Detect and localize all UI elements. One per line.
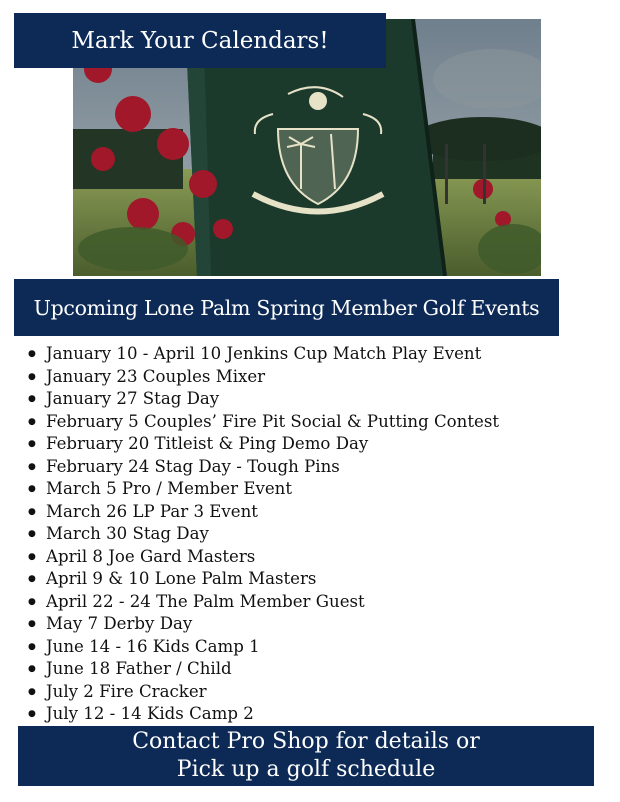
bullet-icon: ● — [28, 484, 36, 495]
event-item: ● April 22 - 24 The Palm Member Guest — [28, 591, 499, 614]
event-item: ● January 10 - April 10 Jenkins Cup Match… — [28, 343, 499, 366]
bullet-icon: ● — [28, 461, 36, 472]
bullet-icon: ● — [28, 439, 36, 450]
bullet-icon: ● — [28, 619, 36, 630]
bullet-icon: ● — [28, 664, 36, 675]
event-item: ● February 24 Stag Day - Tough Pins — [28, 456, 499, 479]
event-text: April 22 - 24 The Palm Member Guest — [46, 591, 365, 611]
event-text: February 20 Titleist & Ping Demo Day — [46, 434, 369, 454]
bullet-icon: ● — [28, 416, 36, 427]
event-list: ● January 10 - April 10 Jenkins Cup Match… — [28, 343, 499, 726]
event-item: ● March 5 Pro / Member Event — [28, 478, 499, 501]
bullet-icon: ● — [28, 709, 36, 720]
event-text: June 14 - 16 Kids Camp 1 — [46, 636, 260, 656]
event-item: ● July 12 - 14 Kids Camp 2 — [28, 703, 499, 726]
event-item: ● July 2 Fire Cracker — [28, 681, 499, 704]
event-text: March 26 LP Par 3 Event — [46, 501, 258, 521]
event-text: January 27 Stag Day — [46, 389, 220, 409]
section-banner: Upcoming Lone Palm Spring Member Golf Ev… — [14, 279, 559, 336]
bullet-icon: ● — [28, 349, 36, 360]
contact-line-2: Pick up a golf schedule — [176, 757, 436, 782]
event-item: ● February 20 Titleist & Ping Demo Day — [28, 433, 499, 456]
bullet-icon: ● — [28, 596, 36, 607]
event-text: January 10 - April 10 Jenkins Cup Match … — [46, 344, 482, 364]
event-text: April 8 Joe Gard Masters — [46, 546, 256, 566]
event-item: ● April 9 & 10 Lone Palm Masters — [28, 568, 499, 591]
contact-banner: Contact Pro Shop for details or Pick up … — [18, 726, 594, 786]
event-text: February 24 Stag Day - Tough Pins — [46, 456, 340, 476]
event-item: ● April 8 Joe Gard Masters — [28, 546, 499, 569]
event-item: ● March 30 Stag Day — [28, 523, 499, 546]
bullet-icon: ● — [28, 574, 36, 585]
header-title: Mark Your Calendars! — [71, 27, 329, 54]
event-item: ● January 27 Stag Day — [28, 388, 499, 411]
header-banner: Mark Your Calendars! — [14, 13, 386, 68]
bullet-icon: ● — [28, 641, 36, 652]
section-title: Upcoming Lone Palm Spring Member Golf Ev… — [33, 295, 540, 320]
bullet-icon: ● — [28, 371, 36, 382]
event-text: March 5 Pro / Member Event — [46, 479, 292, 499]
event-item: ● March 26 LP Par 3 Event — [28, 501, 499, 524]
event-item: ● February 5 Couples’ Fire Pit Social & P… — [28, 411, 499, 434]
event-text: January 23 Couples Mixer — [46, 366, 266, 386]
bullet-icon: ● — [28, 529, 36, 540]
event-text: May 7 Derby Day — [46, 614, 193, 634]
event-text: June 18 Father / Child — [46, 659, 232, 679]
event-item: ● January 23 Couples Mixer — [28, 366, 499, 389]
bullet-icon: ● — [28, 686, 36, 697]
event-text: March 30 Stag Day — [46, 524, 209, 544]
bullet-icon: ● — [28, 506, 36, 517]
event-text: July 2 Fire Cracker — [46, 681, 207, 701]
event-item: ● June 18 Father / Child — [28, 658, 499, 681]
event-item: ● June 14 - 16 Kids Camp 1 — [28, 636, 499, 659]
event-text: July 12 - 14 Kids Camp 2 — [46, 704, 254, 724]
event-text: April 9 & 10 Lone Palm Masters — [46, 569, 317, 589]
bullet-icon: ● — [28, 551, 36, 562]
event-item: ● May 7 Derby Day — [28, 613, 499, 636]
bullet-icon: ● — [28, 394, 36, 405]
contact-line-1: Contact Pro Shop for details or — [132, 729, 480, 754]
event-text: February 5 Couples’ Fire Pit Social & Pu… — [46, 411, 500, 431]
